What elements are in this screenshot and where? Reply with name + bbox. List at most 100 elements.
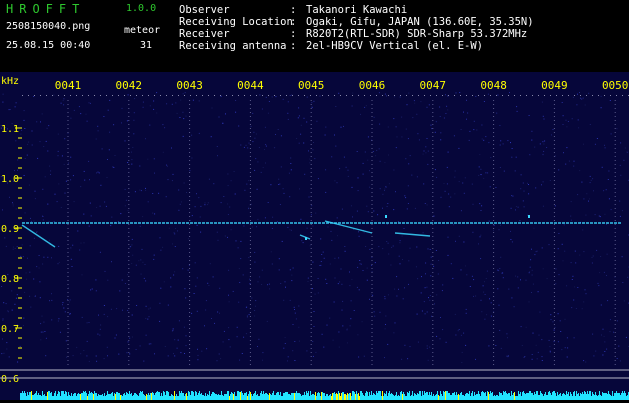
noise-bar [579, 396, 580, 400]
noise-speck [581, 99, 582, 100]
noise-speck [385, 316, 386, 317]
noise-speck [17, 159, 18, 160]
noise-speck [37, 231, 38, 232]
minute-dot [250, 360, 251, 361]
noise-speck [530, 259, 531, 260]
minute-dot [68, 120, 69, 121]
minute-dot [615, 152, 616, 153]
minute-dot [128, 188, 129, 189]
noise-speck [322, 334, 323, 335]
noise-speck [219, 288, 220, 289]
noise-speck [479, 203, 480, 204]
noise-bar [184, 396, 185, 400]
noise-speck [26, 279, 27, 280]
minute-dot [128, 316, 129, 317]
minute-dot [250, 240, 251, 241]
noise-speck [600, 256, 601, 257]
noise-bar [183, 393, 184, 400]
minute-dot [372, 120, 373, 121]
minute-dot [493, 348, 494, 349]
noise-speck [275, 134, 276, 135]
noise-speck [398, 221, 399, 222]
noise-speck [561, 349, 562, 350]
minute-dot [189, 196, 190, 197]
noise-speck [497, 288, 498, 289]
noise-speck [29, 272, 30, 273]
noise-speck [24, 120, 25, 121]
noise-speck [145, 264, 146, 265]
noise-speck [396, 126, 397, 127]
noise-speck [554, 330, 555, 331]
minute-dot [554, 212, 555, 213]
noise-bar [155, 393, 156, 400]
noise-speck [546, 147, 547, 148]
minute-dot [311, 356, 312, 357]
noise-speck [182, 268, 183, 269]
minute-dot [68, 260, 69, 261]
noise-speck [40, 339, 41, 340]
minute-dot [372, 132, 373, 133]
noise-bar [199, 391, 200, 400]
noise-speck [24, 128, 25, 129]
noise-speck [526, 280, 527, 281]
minute-dot [189, 360, 190, 361]
noise-speck [43, 322, 44, 323]
noise-speck [475, 296, 476, 297]
noise-speck [254, 310, 255, 311]
noise-bar [596, 395, 597, 400]
minute-dot [554, 264, 555, 265]
noise-speck [461, 269, 462, 270]
noise-speck [299, 143, 300, 144]
minute-dot [432, 176, 433, 177]
noise-speck [599, 272, 600, 273]
minute-dot [432, 112, 433, 113]
minute-dot [432, 232, 433, 233]
noise-speck [58, 151, 59, 152]
noise-bar [27, 392, 28, 400]
noise-speck [341, 269, 342, 270]
minute-dot [189, 224, 190, 225]
noise-speck [132, 239, 133, 240]
noise-speck [296, 318, 297, 319]
noise-bar [606, 393, 607, 400]
minute-dot [189, 184, 190, 185]
minute-dot [615, 172, 616, 173]
minute-dot [493, 172, 494, 173]
noise-speck [465, 265, 466, 266]
noise-speck [112, 166, 113, 167]
noise-speck [554, 341, 555, 342]
noise-bar [619, 393, 620, 400]
header-dot [418, 95, 419, 96]
noise-speck [503, 143, 504, 144]
noise-bar [22, 391, 23, 400]
noise-bar [618, 393, 619, 400]
noise-speck [217, 360, 218, 361]
noise-speck [339, 168, 340, 169]
minute-dot [554, 236, 555, 237]
minute-dot [554, 148, 555, 149]
minute-dot [68, 304, 69, 305]
minute-dot [189, 312, 190, 313]
noise-speck [441, 197, 442, 198]
noise-speck [285, 287, 286, 288]
noise-speck [543, 151, 544, 152]
noise-bar [442, 396, 443, 400]
minute-dot [250, 100, 251, 101]
header-dot [316, 95, 317, 96]
noise-speck [399, 242, 400, 243]
minute-dot [372, 140, 373, 141]
noise-speck [290, 300, 291, 301]
minute-dot [128, 360, 129, 361]
noise-speck [532, 270, 533, 271]
noise-bar [306, 391, 307, 400]
noise-bar [455, 395, 456, 400]
noise-bar [424, 391, 425, 400]
noise-bar [308, 391, 309, 400]
noise-bar [463, 395, 464, 400]
noise-bar [425, 393, 426, 400]
noise-bar [167, 391, 168, 400]
noise-speck [272, 228, 273, 229]
noise-bar [382, 391, 383, 400]
minute-dot [189, 248, 190, 249]
noise-speck [104, 358, 105, 359]
